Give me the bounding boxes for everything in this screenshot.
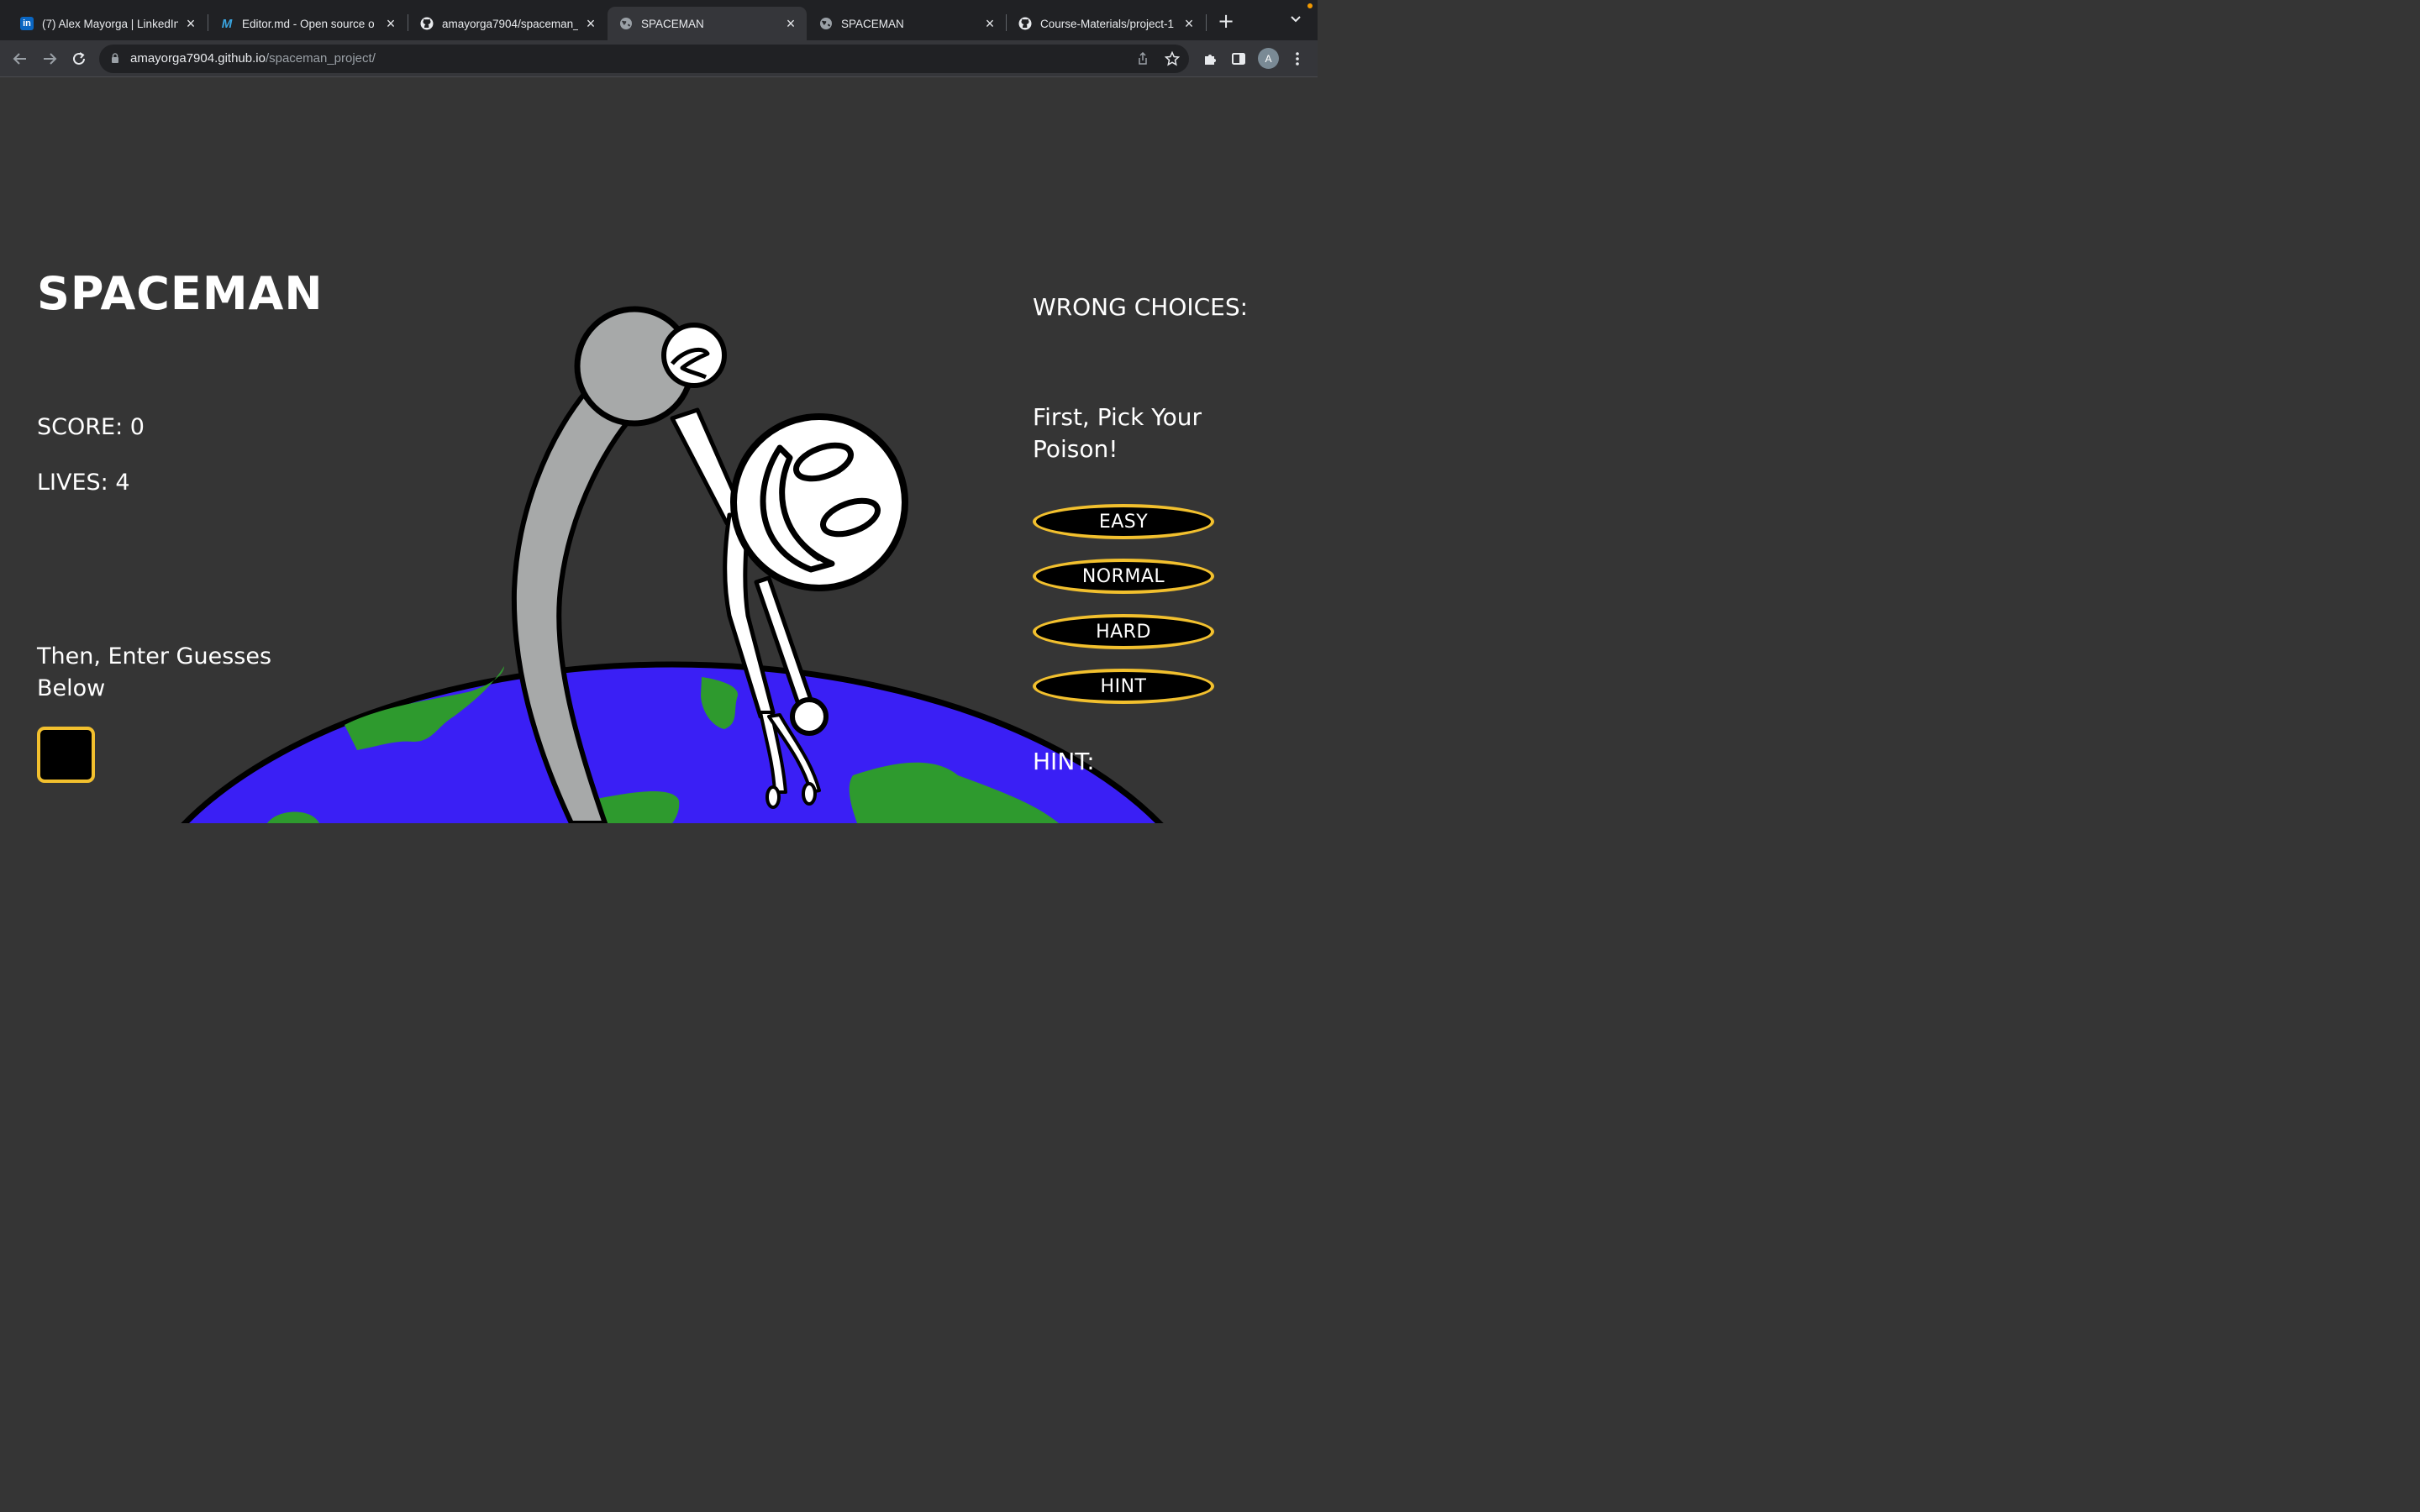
- normal-button[interactable]: NORMAL: [1033, 559, 1214, 594]
- reload-icon: [73, 52, 85, 65]
- extensions-puzzle-icon[interactable]: [1200, 49, 1220, 69]
- url-path: /spaceman_project/: [265, 51, 376, 66]
- kebab-menu-icon[interactable]: [1287, 49, 1307, 69]
- wrong-choices-label: WRONG CHOICES:: [1033, 293, 1249, 321]
- profile-avatar[interactable]: A: [1258, 48, 1279, 69]
- linkedin-icon: in: [20, 17, 34, 30]
- tab-title: amayorga7904/spaceman_: [442, 17, 578, 30]
- lock-icon: [112, 53, 118, 63]
- hint-label: HINT:: [1033, 748, 1095, 775]
- update-indicator: [1307, 3, 1313, 8]
- url-text: amayorga7904.github.io/spaceman_project/: [130, 51, 376, 66]
- game-title: SPACEMAN: [37, 267, 324, 320]
- tab-strip: in (7) Alex Mayorga | LinkedIn × M Edito…: [0, 0, 1318, 40]
- tab-editormd[interactable]: M Editor.md - Open source o ×: [208, 7, 407, 40]
- close-icon[interactable]: ×: [1181, 15, 1197, 32]
- new-tab-button[interactable]: +: [1217, 11, 1235, 31]
- close-icon[interactable]: ×: [383, 15, 398, 32]
- hint-button[interactable]: HINT: [1033, 669, 1214, 704]
- score-display: SCORE: 0: [37, 414, 145, 440]
- tab-title: (7) Alex Mayorga | LinkedIn: [42, 17, 178, 30]
- browser-toolbar: amayorga7904.github.io/spaceman_project/…: [0, 40, 1318, 77]
- tab-course-materials[interactable]: Course-Materials/project-1 ×: [1007, 7, 1205, 40]
- globe-icon: [619, 17, 633, 30]
- tab-title: SPACEMAN: [641, 17, 704, 30]
- easy-button[interactable]: EASY: [1033, 504, 1214, 539]
- bookmark-star-icon[interactable]: [1163, 50, 1181, 68]
- arrow-left-icon: [13, 53, 26, 65]
- tab-github-spaceman[interactable]: amayorga7904/spaceman_ ×: [408, 7, 607, 40]
- tab-title: Editor.md - Open source o: [242, 17, 375, 30]
- tab-linkedin[interactable]: in (7) Alex Mayorga | LinkedIn ×: [8, 7, 207, 40]
- tab-search-chevron-icon[interactable]: [1290, 13, 1302, 27]
- close-icon[interactable]: ×: [183, 15, 198, 32]
- globe-icon: [819, 17, 833, 30]
- close-icon[interactable]: ×: [982, 15, 997, 32]
- close-icon[interactable]: ×: [583, 15, 598, 32]
- arrow-right-icon: [44, 53, 57, 65]
- tab-spaceman[interactable]: SPACEMAN ×: [808, 7, 1006, 40]
- side-panel-icon[interactable]: [1228, 49, 1249, 69]
- url-host: amayorga7904.github.io: [130, 51, 266, 66]
- share-icon[interactable]: [1134, 50, 1152, 68]
- editormd-icon: M: [221, 16, 233, 31]
- forward-button[interactable]: [38, 47, 61, 71]
- tab-title: Course-Materials/project-1: [1040, 17, 1175, 30]
- tab-separator: [1206, 14, 1207, 31]
- reload-button[interactable]: [67, 47, 91, 71]
- pick-difficulty-label: First, Pick Your Poison!: [1033, 403, 1202, 463]
- hard-button[interactable]: HARD: [1033, 614, 1214, 649]
- tab-title: SPACEMAN: [841, 17, 904, 30]
- github-icon: [420, 17, 434, 30]
- github-icon: [1018, 17, 1032, 30]
- game-page: SPACEMAN SCORE: 0 LIVES: 4 Then, Enter G…: [0, 78, 1318, 823]
- close-icon[interactable]: ×: [783, 15, 798, 32]
- back-button[interactable]: [8, 47, 32, 71]
- guess-instructions: Then, Enter Guesses Below: [37, 643, 272, 701]
- tab-spaceman-active[interactable]: SPACEMAN ×: [608, 7, 807, 40]
- lives-display: LIVES: 4: [37, 470, 130, 496]
- guess-input[interactable]: [37, 727, 95, 783]
- address-bar[interactable]: amayorga7904.github.io/spaceman_project/: [99, 45, 1189, 73]
